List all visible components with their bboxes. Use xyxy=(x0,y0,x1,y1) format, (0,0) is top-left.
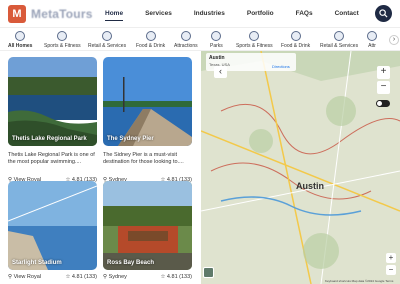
listing-rating: 4.81 (133) xyxy=(160,274,192,280)
map-info-title: Austin xyxy=(209,55,225,61)
listing-description: Thetis Lake Regional Park is one of the … xyxy=(8,152,95,165)
listing-card[interactable]: The Sydney Pier The Sidney Pier is a mus… xyxy=(103,57,192,183)
listing-title: Ross Bay Beach xyxy=(107,260,155,266)
listing-description: The Sidney Pier is a must-visit destinat… xyxy=(103,152,184,165)
category-food-drink-2[interactable]: Food & Drink xyxy=(281,31,310,49)
menu-home[interactable]: Home xyxy=(105,10,124,21)
logo-mark-icon: M xyxy=(8,5,26,23)
listing-location: Sydney xyxy=(103,274,127,280)
search-icon xyxy=(379,9,388,18)
listing-photo: Thetis Lake Regional Park xyxy=(8,57,97,146)
map-canvas xyxy=(201,51,400,284)
top-navbar: M MetaTours Home Services Industries Por… xyxy=(0,0,400,28)
retail-icon xyxy=(102,31,113,41)
category-label: Food & Drink xyxy=(281,43,311,49)
category-sports-fitness-2[interactable]: Sports & Fitness xyxy=(236,31,273,49)
listing-photo: Starlight Stadium xyxy=(8,181,97,270)
parks-icon xyxy=(211,31,222,41)
listing-grid: Thetis Lake Regional Park Thetis Lake Re… xyxy=(0,51,200,284)
sports-icon xyxy=(249,31,260,41)
listing-meta: View Royal 4.81 (133) xyxy=(8,274,97,280)
zoom-out-button[interactable]: − xyxy=(377,81,390,94)
listing-photo: The Sydney Pier xyxy=(103,57,192,146)
directions-link[interactable]: Directions xyxy=(272,64,290,69)
listing-photo: Ross Bay Beach xyxy=(103,181,192,270)
map-zoom-out-small[interactable]: − xyxy=(386,265,396,275)
category-label: Sports & Fitness xyxy=(44,43,81,49)
category-label: Sports & Fitness xyxy=(236,43,273,49)
listing-card[interactable]: Starlight Stadium View Royal 4.81 (133) xyxy=(8,181,97,280)
category-sports-fitness[interactable]: Sports & Fitness xyxy=(44,31,81,49)
attractions-icon xyxy=(180,31,191,41)
map-panel[interactable] xyxy=(201,51,400,284)
category-label: Parks xyxy=(210,43,223,49)
listing-title: Thetis Lake Regional Park xyxy=(12,136,87,142)
category-food-drink[interactable]: Food & Drink xyxy=(136,31,165,49)
brand-logo[interactable]: M MetaTours xyxy=(8,5,93,23)
brand-name: MetaTours xyxy=(31,7,93,21)
category-label: Attr xyxy=(368,43,376,49)
listing-meta: Sydney 4.81 (133) xyxy=(103,274,192,280)
category-label: Retail & Services xyxy=(88,43,127,49)
listing-title: Starlight Stadium xyxy=(12,260,62,266)
menu-faqs[interactable]: FAQs xyxy=(296,10,313,17)
category-all-homes[interactable]: All Homes xyxy=(8,31,33,52)
menu-portfolio[interactable]: Portfolio xyxy=(247,10,274,17)
sports-icon xyxy=(57,31,68,41)
food-icon xyxy=(145,31,156,41)
map-city-label: Austin xyxy=(296,181,324,191)
retail-icon xyxy=(334,31,345,41)
category-parks[interactable]: Parks xyxy=(210,31,223,49)
search-button[interactable] xyxy=(375,5,392,22)
food-icon xyxy=(290,31,301,41)
listing-card[interactable]: Ross Bay Beach Sydney 4.81 (133) xyxy=(103,181,192,280)
menu-contact[interactable]: Contact xyxy=(335,10,359,17)
category-bar: All Homes Sports & Fitness Retail & Serv… xyxy=(0,29,400,52)
listing-card[interactable]: Thetis Lake Regional Park Thetis Lake Re… xyxy=(8,57,97,183)
map-back-button[interactable]: ‹ xyxy=(214,66,227,78)
home-icon xyxy=(15,31,26,41)
map-toggle[interactable] xyxy=(376,100,390,107)
map-zoom-in-small[interactable]: + xyxy=(386,253,396,263)
menu-services[interactable]: Services xyxy=(145,10,172,17)
category-attractions-2[interactable]: Attr xyxy=(367,31,377,49)
attractions-icon xyxy=(367,31,377,41)
category-label: Food & Drink xyxy=(136,43,166,49)
chevron-right-icon[interactable]: › xyxy=(389,35,399,45)
category-label: All Homes xyxy=(8,43,33,49)
category-label: Retail & Services xyxy=(320,43,359,49)
category-label: Attractions xyxy=(174,43,198,49)
zoom-in-button[interactable]: + xyxy=(377,66,390,79)
category-retail-services-2[interactable]: Retail & Services xyxy=(320,31,358,49)
category-retail-services[interactable]: Retail & Services xyxy=(88,31,126,49)
listing-rating: 4.81 (133) xyxy=(65,274,97,280)
menu-industries[interactable]: Industries xyxy=(194,10,225,17)
map-layer-thumbnail[interactable] xyxy=(203,267,214,278)
main-menu: Home Services Industries Portfolio FAQs … xyxy=(105,10,381,21)
listing-location: View Royal xyxy=(8,274,41,280)
category-attractions[interactable]: Attractions xyxy=(174,31,198,49)
listing-title: The Sydney Pier xyxy=(107,136,154,142)
map-attribution: Keyboard shortcuts Map data ©2024 Google… xyxy=(325,279,394,283)
